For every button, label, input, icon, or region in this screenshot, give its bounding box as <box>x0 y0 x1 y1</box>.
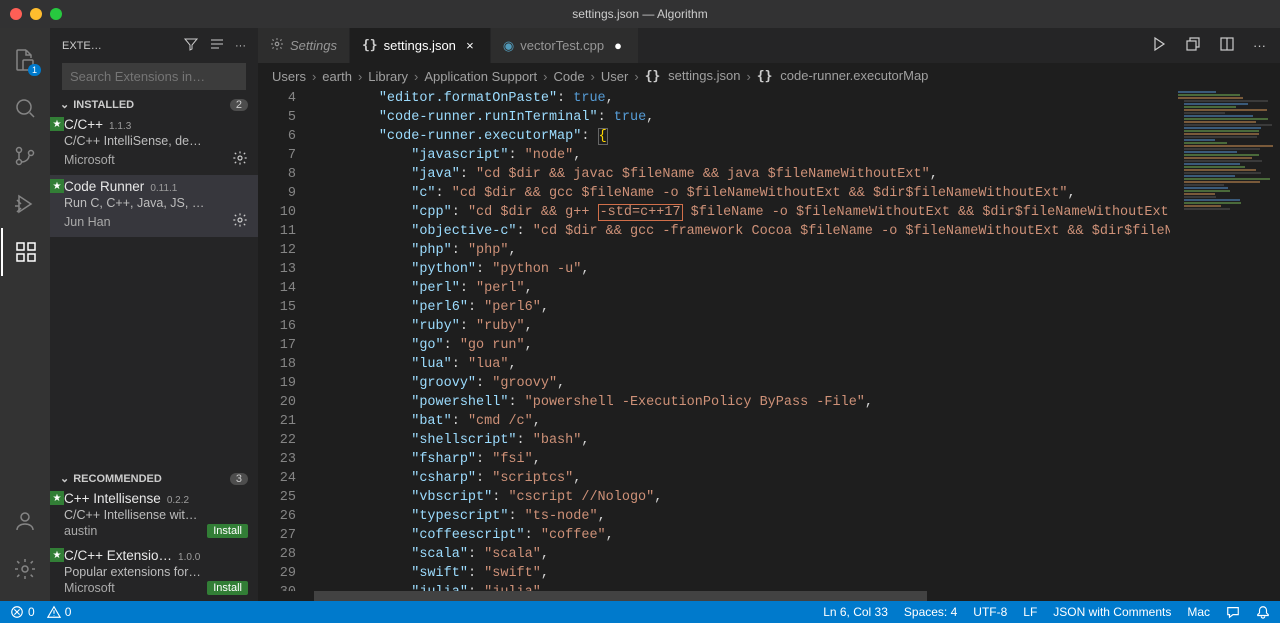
window-controls <box>10 8 62 20</box>
extensions-search-input[interactable] <box>62 63 246 90</box>
feedback-icon[interactable] <box>1226 605 1240 619</box>
cursor-position[interactable]: Ln 6, Col 33 <box>823 605 888 619</box>
extension-item[interactable]: ★ C/C++ Extensio… 1.0.0 Popular extension… <box>50 544 258 601</box>
manage-gear-icon[interactable] <box>232 150 248 169</box>
titlebar: settings.json — Algorithm <box>0 0 1280 28</box>
chevron-down-icon: ⌄ <box>60 98 69 111</box>
chevron-down-icon: ⌄ <box>60 472 69 485</box>
extension-publisher: Microsoft <box>64 153 115 167</box>
extension-name: Code Runner <box>64 179 144 194</box>
split-editor-icon[interactable] <box>1219 36 1235 55</box>
breadcrumb-segment[interactable]: Application Support <box>424 69 537 84</box>
extension-name: C/C++ Extensio… <box>64 548 172 563</box>
os-indicator[interactable]: Mac <box>1187 605 1210 619</box>
explorer-icon[interactable]: 1 <box>1 36 49 84</box>
tabs-row: Settings {} settings.json × ◉ vectorTest… <box>258 28 1280 63</box>
notifications-icon[interactable] <box>1256 605 1270 619</box>
verified-icon: ★ <box>50 491 64 505</box>
status-bar: 0 0 Ln 6, Col 33 Spaces: 4 UTF-8 LF JSON… <box>0 601 1280 623</box>
minimap[interactable] <box>1170 89 1280 591</box>
extension-publisher: austin <box>64 524 97 538</box>
extension-version: 0.2.2 <box>167 495 189 506</box>
extension-item[interactable]: ★ Code Runner 0.11.1 Run C, C++, Java, JS… <box>50 175 258 237</box>
cpp-icon: ◉ <box>503 38 514 54</box>
indentation[interactable]: Spaces: 4 <box>904 605 957 619</box>
horizontal-scrollbar[interactable] <box>258 591 1280 601</box>
install-button[interactable]: Install <box>207 524 248 538</box>
tab-vectortest[interactable]: ◉ vectorTest.cpp ● <box>491 28 639 63</box>
sidebar-title: EXTE… <box>62 40 173 52</box>
breadcrumb-segment[interactable]: {} code-runner.executorMap <box>757 68 929 84</box>
modified-dot-icon[interactable]: ● <box>610 38 626 53</box>
window-title: settings.json — Algorithm <box>572 7 707 21</box>
search-icon[interactable] <box>1 84 49 132</box>
settings-gear-icon[interactable] <box>1 545 49 593</box>
extension-description: C/C++ Intellisense wit… <box>64 508 248 522</box>
extension-version: 1.1.3 <box>109 121 131 132</box>
extension-item[interactable]: ★ C++ Intellisense 0.2.2 C/C++ Intellisen… <box>50 487 258 544</box>
warnings-count[interactable]: 0 <box>47 605 72 619</box>
more-icon[interactable]: ··· <box>235 40 246 52</box>
manage-gear-icon[interactable] <box>232 212 248 231</box>
extension-name: C/C++ <box>64 117 103 132</box>
accounts-icon[interactable] <box>1 497 49 545</box>
code-editor[interactable]: 4567891011121314151617181920212223242526… <box>258 89 1280 591</box>
breadcrumb-segment[interactable]: {} settings.json <box>645 68 741 84</box>
tab-label: vectorTest.cpp <box>520 38 604 53</box>
minimize-window-button[interactable] <box>30 8 42 20</box>
verified-icon: ★ <box>50 179 64 193</box>
recommended-section-header[interactable]: ⌄ RECOMMENDED 3 <box>50 470 258 487</box>
breadcrumb-segment[interactable]: Code <box>553 69 584 84</box>
encoding[interactable]: UTF-8 <box>973 605 1007 619</box>
extension-version: 0.11.1 <box>150 183 177 194</box>
open-preview-icon[interactable] <box>1185 36 1201 55</box>
tab-label: Settings <box>290 38 337 53</box>
breadcrumb-segment[interactable]: earth <box>322 69 352 84</box>
verified-icon: ★ <box>50 548 64 562</box>
extension-item[interactable]: ★ C/C++ 1.1.3 C/C++ IntelliSense, de… Mic… <box>50 113 258 175</box>
gear-icon <box>270 37 284 54</box>
tab-settings[interactable]: Settings <box>258 28 350 63</box>
extension-publisher: Jun Han <box>64 215 111 229</box>
line-number-gutter: 4567891011121314151617181920212223242526… <box>258 89 314 591</box>
installed-section-header[interactable]: ⌄ INSTALLED 2 <box>50 96 258 113</box>
extension-description: Popular extensions for… <box>64 565 248 579</box>
tab-settings-json[interactable]: {} settings.json × <box>350 28 491 63</box>
installed-count: 2 <box>230 99 248 111</box>
eol[interactable]: LF <box>1023 605 1037 619</box>
verified-icon: ★ <box>50 117 64 131</box>
activity-bar: 1 <box>0 28 50 601</box>
install-button[interactable]: Install <box>207 581 248 595</box>
extension-description: Run C, C++, Java, JS, … <box>64 196 248 210</box>
errors-count[interactable]: 0 <box>10 605 35 619</box>
editor-area: Settings {} settings.json × ◉ vectorTest… <box>258 28 1280 601</box>
maximize-window-button[interactable] <box>50 8 62 20</box>
recommended-count: 3 <box>230 473 248 485</box>
breadcrumb-segment[interactable]: Library <box>368 69 408 84</box>
clear-icon[interactable] <box>209 36 225 55</box>
run-debug-icon[interactable] <box>1 180 49 228</box>
tab-label: settings.json <box>384 38 456 53</box>
source-control-icon[interactable] <box>1 132 49 180</box>
breadcrumb-segment[interactable]: User <box>601 69 628 84</box>
extensions-sidebar: EXTE… ··· ⌄ INSTALLED 2 ★ C/C++ 1.1.3 C/C… <box>50 28 258 601</box>
extensions-icon[interactable] <box>1 228 49 276</box>
more-actions-icon[interactable]: ··· <box>1253 38 1266 53</box>
extension-name: C++ Intellisense <box>64 491 161 506</box>
breadcrumbs[interactable]: Users›earth›Library›Application Support›… <box>258 63 1280 89</box>
filter-icon[interactable] <box>183 36 199 55</box>
extension-description: C/C++ IntelliSense, de… <box>64 134 248 148</box>
close-tab-icon[interactable]: × <box>462 38 478 53</box>
language-mode[interactable]: JSON with Comments <box>1053 605 1171 619</box>
explorer-badge: 1 <box>28 64 41 76</box>
extension-version: 1.0.0 <box>178 552 200 563</box>
json-icon: {} <box>362 38 378 53</box>
close-window-button[interactable] <box>10 8 22 20</box>
breadcrumb-segment[interactable]: Users <box>272 69 306 84</box>
run-icon[interactable] <box>1151 36 1167 55</box>
extension-publisher: Microsoft <box>64 581 115 595</box>
